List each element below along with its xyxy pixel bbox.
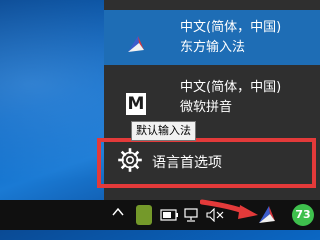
ime-item-oriental[interactable]: 中文(简体，中国) 东方输入法 <box>104 10 320 65</box>
status-badge[interactable]: 73 <box>292 204 314 226</box>
network-icon[interactable] <box>183 208 199 222</box>
microsoft-pinyin-icon: M <box>126 93 146 115</box>
tooltip: 默认输入法 <box>131 121 196 141</box>
battery-icon[interactable] <box>160 209 180 221</box>
chevron-up-icon[interactable] <box>112 206 124 222</box>
ime-item-name: 微软拼音 <box>180 100 233 115</box>
ime-item-microsoft-pinyin[interactable]: M 中文(简体，中国) 微软拼音 <box>104 70 320 125</box>
taskbar: 73 <box>0 200 320 230</box>
ime-item-label: 中文(简体，中国) 微软拼音 <box>180 78 281 118</box>
red-arrow-annotation <box>200 199 258 219</box>
ime-item-name: 东方输入法 <box>180 40 246 55</box>
green-app-icon[interactable] <box>136 205 152 225</box>
ime-item-label: 中文(简体，中国) 东方输入法 <box>180 18 281 58</box>
highlight-box <box>97 138 316 188</box>
ime-icon[interactable] <box>258 205 276 225</box>
ime-item-language: 中文(简体，中国) <box>180 80 282 95</box>
ime-item-language: 中文(简体，中国) <box>180 20 282 35</box>
oriental-ime-icon <box>128 36 144 52</box>
